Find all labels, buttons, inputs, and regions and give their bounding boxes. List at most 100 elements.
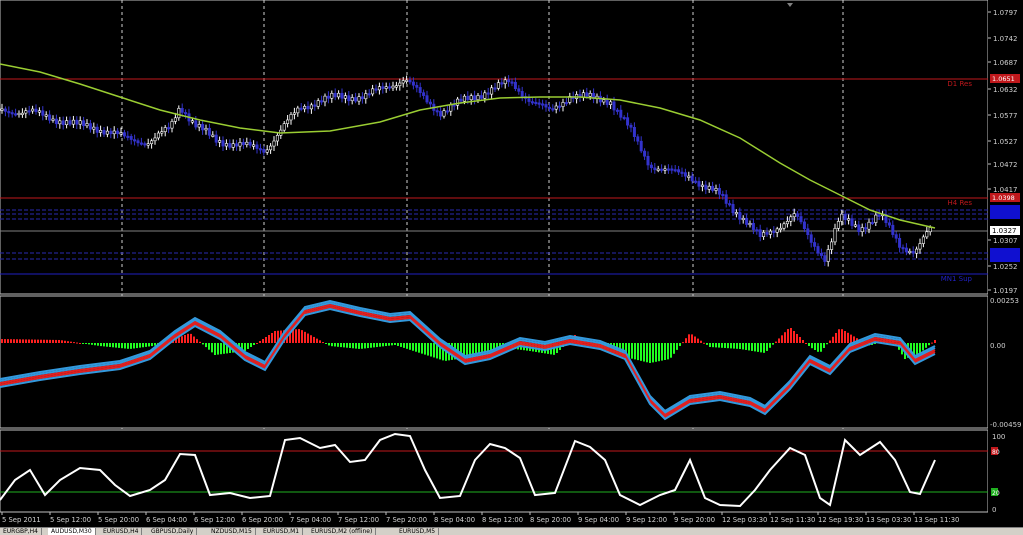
candle-body: [119, 132, 123, 135]
candle-body: [639, 140, 643, 152]
candle-body: [585, 92, 589, 97]
chart-window[interactable]: D1 ResH4 ResMN1 Sup 1.07971.07421.06871.…: [0, 0, 1023, 527]
candle-body: [789, 216, 793, 222]
price-scale[interactable]: 1.0797 1.0742 1.0687 1.0632 1.0577 1.0527 1.04…: [988, 0, 1023, 527]
stochastic-panel[interactable]: [0, 429, 989, 513]
candle-body: [272, 140, 276, 147]
candle-body: [867, 221, 871, 230]
price-tick-label: 1.0632: [993, 86, 1018, 94]
macd-bar: [91, 343, 93, 345]
macd-tick-label: -0.00459: [990, 421, 1021, 429]
candle-body: [755, 229, 759, 232]
candle-body: [354, 97, 358, 102]
macd-bar: [37, 339, 39, 343]
candle-body: [306, 106, 310, 110]
candle-body: [758, 229, 762, 237]
macd-bar: [400, 343, 402, 347]
candle-body: [813, 242, 817, 247]
candle-body: [643, 150, 647, 157]
candle-body: [126, 135, 130, 138]
macd-bar: [142, 343, 144, 348]
candle-body: [17, 112, 21, 116]
macd-bar: [817, 343, 819, 352]
macd-bar: [310, 335, 312, 343]
macd-bar: [397, 343, 399, 346]
candle-body: [850, 218, 854, 226]
candle-body: [405, 79, 409, 82]
macd-bar: [28, 339, 30, 343]
price-tick-label: 1.0197: [993, 287, 1018, 295]
macd-bar: [691, 334, 693, 343]
macd-bar: [367, 343, 369, 349]
candle-body: [714, 188, 718, 191]
macd-bar: [391, 343, 393, 346]
macd-bar: [358, 343, 360, 349]
candle-body: [928, 227, 932, 233]
macd-bar: [430, 343, 432, 357]
macd-bar: [844, 331, 846, 343]
macd-bar: [196, 339, 198, 343]
candle-body: [911, 250, 915, 254]
candle-body: [109, 130, 113, 135]
macd-bar: [49, 339, 51, 343]
macd-bar: [124, 343, 126, 349]
candle-body: [785, 220, 789, 225]
macd-bar: [205, 343, 207, 348]
candle-body: [663, 168, 667, 171]
macd-bar: [805, 343, 807, 344]
candle-body: [544, 104, 548, 108]
candle-body: [870, 221, 874, 225]
current-price-label: 1.0327: [992, 227, 1017, 235]
candle-body: [680, 171, 684, 174]
candle-body: [425, 95, 429, 103]
macd-bar: [823, 343, 825, 348]
candle-body: [734, 212, 738, 215]
candle-body: [581, 92, 585, 98]
level-label: H4 Res: [948, 199, 973, 207]
macd-bar: [118, 343, 120, 348]
macd-bar: [427, 343, 429, 356]
macd-bar: [7, 339, 9, 343]
macd-bar: [58, 339, 60, 343]
candle-body: [745, 217, 749, 225]
macd-bar: [634, 343, 636, 360]
macd-bar: [88, 343, 90, 345]
macd-bar: [40, 339, 42, 343]
macd-bar: [712, 343, 714, 348]
macd-bar: [103, 343, 105, 347]
candle-body: [853, 224, 857, 227]
candle-body: [214, 134, 218, 143]
macd-bar: [766, 343, 768, 351]
candle-body: [629, 124, 633, 128]
macd-bar: [424, 343, 426, 355]
candle-body: [799, 216, 803, 223]
macd-bar: [250, 343, 252, 347]
macd-bar: [751, 343, 753, 351]
price-tick-label: 1.0687: [993, 59, 1018, 67]
macd-bar: [934, 340, 936, 343]
macd-bar: [256, 343, 258, 344]
candle-body: [918, 243, 922, 250]
candle-body: [768, 230, 772, 235]
macd-bar: [832, 336, 834, 343]
macd-bar: [775, 341, 777, 343]
candle-body: [241, 142, 245, 145]
macd-bar: [193, 336, 195, 343]
time-tick-label: 9 Sep 04:00: [578, 516, 619, 524]
candle-body: [823, 255, 827, 262]
candle-body: [877, 214, 881, 217]
candle-body: [656, 168, 660, 171]
macd-bar: [331, 343, 333, 347]
candle-body: [71, 119, 75, 125]
time-tick-label: 5 Sep 2011: [2, 516, 41, 524]
candle-body: [700, 184, 704, 187]
macd-bar: [754, 343, 756, 352]
price-tag-label: 1.0398: [992, 194, 1015, 202]
candle-body: [415, 84, 419, 88]
price-tick-label: 1.0527: [993, 138, 1018, 146]
price-tag-label: 1.0651: [992, 75, 1015, 83]
stoch-tick-label: 0: [992, 506, 996, 514]
macd-bar: [148, 343, 150, 347]
macd-bar: [778, 338, 780, 343]
candle-body: [255, 144, 259, 149]
